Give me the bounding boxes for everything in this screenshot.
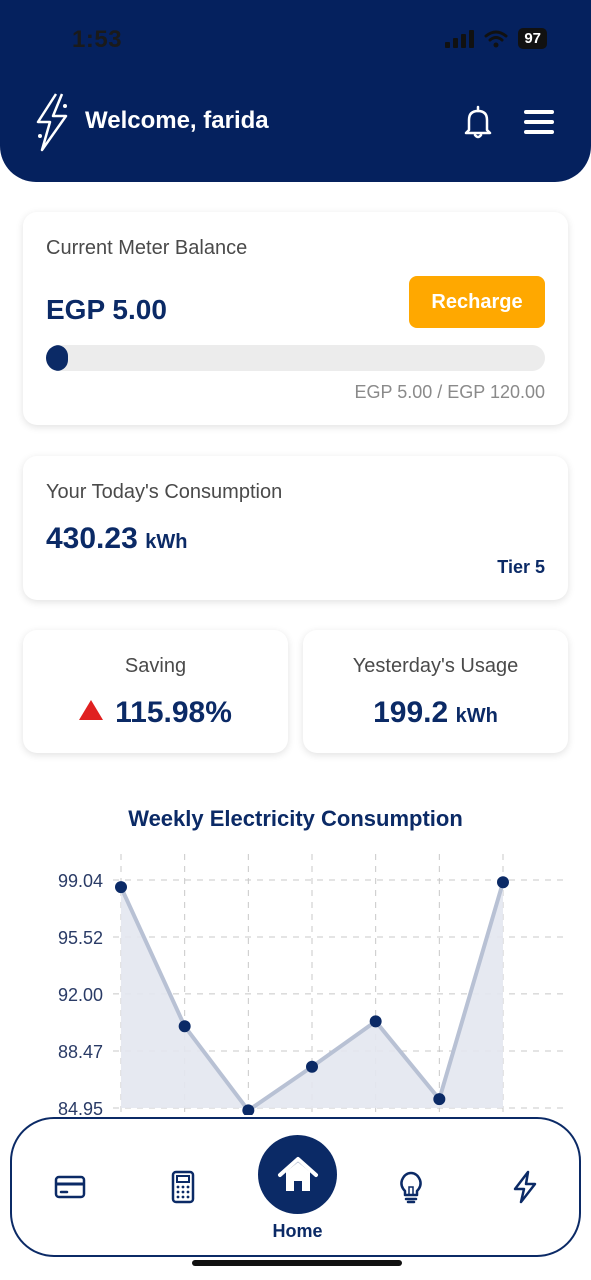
yesterday-usage-card: Yesterday's Usage 199.2 kWh <box>303 630 568 753</box>
y-tick-label: 84.95 <box>58 1099 103 1115</box>
signal-icon <box>445 29 475 48</box>
weekly-consumption-chart: 99.04 95.52 92.00 88.47 84.95 <box>58 854 563 1115</box>
app-header: 1:53 97 Welcome, farida <box>0 0 591 182</box>
saving-value-row: 115.98% <box>23 696 288 730</box>
data-point[interactable] <box>306 1060 318 1073</box>
saving-card: Saving 115.98% <box>23 630 288 753</box>
consumption-unit: kWh <box>145 531 188 553</box>
data-point[interactable] <box>369 1015 382 1028</box>
meter-balance-card: Current Meter Balance EGP 5.00 Recharge … <box>23 212 568 425</box>
status-time: 1:53 <box>72 26 123 53</box>
balance-progress-bar <box>46 345 545 371</box>
lightning-bolt-logo-icon <box>36 93 68 152</box>
tier-badge: Tier 5 <box>497 557 545 577</box>
balance-amount: EGP 5.00 <box>46 294 167 325</box>
calculator-icon[interactable] <box>165 1169 201 1205</box>
balance-label: Current Meter Balance <box>46 237 248 259</box>
consumption-value: 430.23 kWh <box>46 522 187 556</box>
recharge-button[interactable]: Recharge <box>409 276 545 328</box>
consumption-label: Your Today's Consumption <box>46 481 283 503</box>
lightning-icon[interactable] <box>507 1169 543 1205</box>
bell-icon[interactable] <box>460 104 496 140</box>
y-tick-label: 88.47 <box>58 1042 103 1062</box>
home-indicator <box>192 1260 402 1266</box>
data-point[interactable] <box>178 1020 191 1033</box>
y-tick-label: 99.04 <box>58 871 103 891</box>
saving-label: Saving <box>124 655 187 677</box>
home-nav-label[interactable]: Home <box>12 1221 583 1242</box>
bottom-nav: Home <box>10 1117 581 1257</box>
data-point[interactable] <box>497 876 509 889</box>
consumption-number: 430.23 <box>46 522 138 555</box>
yesterday-value: 199.2 <box>373 696 449 729</box>
yesterday-label: Yesterday's Usage <box>352 655 519 677</box>
battery-indicator: 97 <box>518 28 547 49</box>
y-tick-label: 95.52 <box>58 928 103 948</box>
home-icon <box>277 1156 318 1191</box>
status-icons: 97 <box>445 28 547 49</box>
chart-title: Weekly Electricity Consumption <box>128 806 463 831</box>
saving-value: 115.98% <box>115 696 232 729</box>
yesterday-unit: kWh <box>455 705 498 727</box>
data-point[interactable] <box>433 1093 446 1106</box>
balance-progress-fill <box>46 345 69 371</box>
up-arrow-icon <box>79 700 104 720</box>
yesterday-value-row: 199.2 kWh <box>303 696 568 730</box>
today-consumption-card: Your Today's Consumption 430.23 kWh Tier… <box>23 456 568 600</box>
y-tick-label: 92.00 <box>58 985 103 1005</box>
lightbulb-icon[interactable] <box>393 1169 429 1205</box>
wifi-icon <box>484 30 508 47</box>
hamburger-menu-icon[interactable] <box>523 108 555 136</box>
home-nav-button[interactable] <box>258 1135 337 1214</box>
balance-progress-text: EGP 5.00 / EGP 120.00 <box>354 382 545 402</box>
data-point[interactable] <box>115 881 127 894</box>
welcome-text: Welcome, farida <box>85 107 269 134</box>
credit-card-icon[interactable] <box>52 1169 88 1205</box>
